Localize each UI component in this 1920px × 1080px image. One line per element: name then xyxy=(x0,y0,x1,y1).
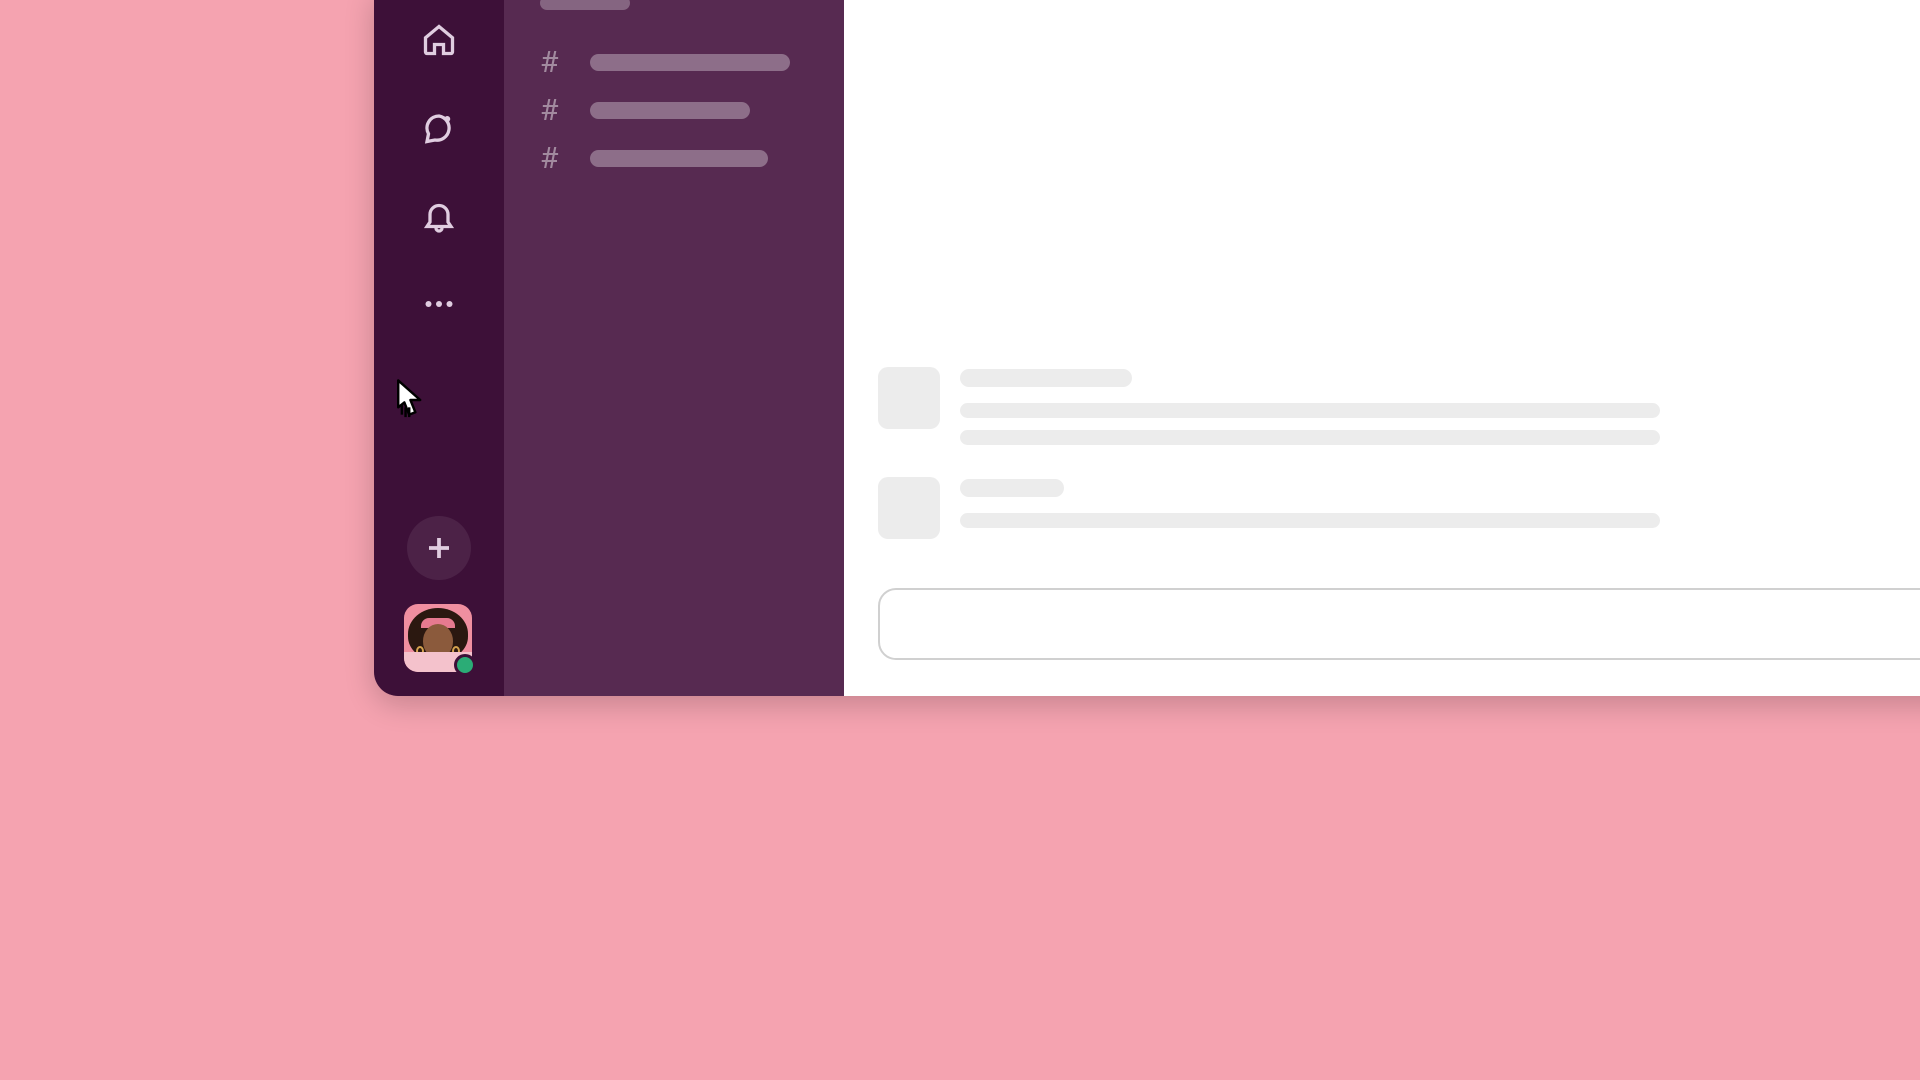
sidebar-section-label xyxy=(540,0,630,10)
more-icon[interactable] xyxy=(415,280,463,328)
message-avatar-placeholder xyxy=(878,477,940,539)
message-avatar-placeholder xyxy=(878,367,940,429)
rail-bottom xyxy=(374,516,504,674)
message-body xyxy=(960,477,1920,540)
message-composer[interactable] xyxy=(878,588,1920,660)
message-author-placeholder xyxy=(960,479,1064,497)
hash-icon: # xyxy=(540,141,566,176)
user-avatar[interactable] xyxy=(404,604,474,674)
create-new-button[interactable] xyxy=(407,516,471,580)
message-author-placeholder xyxy=(960,369,1132,387)
channel-item[interactable]: # xyxy=(504,134,844,182)
presence-indicator xyxy=(454,654,476,676)
channel-item[interactable]: # xyxy=(504,86,844,134)
message-text-placeholder xyxy=(960,403,1660,418)
main-pane xyxy=(844,0,1920,696)
hash-icon: # xyxy=(540,93,566,128)
message-text-placeholder xyxy=(960,513,1660,528)
dm-icon[interactable] xyxy=(415,104,463,152)
hash-icon: # xyxy=(540,45,566,80)
channel-item[interactable]: # xyxy=(504,38,844,86)
message-text-placeholder xyxy=(960,430,1660,445)
message-body xyxy=(960,367,1920,457)
message-list xyxy=(878,367,1920,560)
channel-name-placeholder xyxy=(590,102,750,119)
message-item xyxy=(878,367,1920,457)
notifications-icon[interactable] xyxy=(415,192,463,240)
message-item xyxy=(878,477,1920,540)
home-icon[interactable] xyxy=(415,16,463,64)
channel-name-placeholder xyxy=(590,150,768,167)
channel-sidebar: # # # xyxy=(504,0,844,696)
channel-name-placeholder xyxy=(590,54,790,71)
nav-rail xyxy=(374,0,504,696)
app-window: # # # xyxy=(374,0,1920,696)
